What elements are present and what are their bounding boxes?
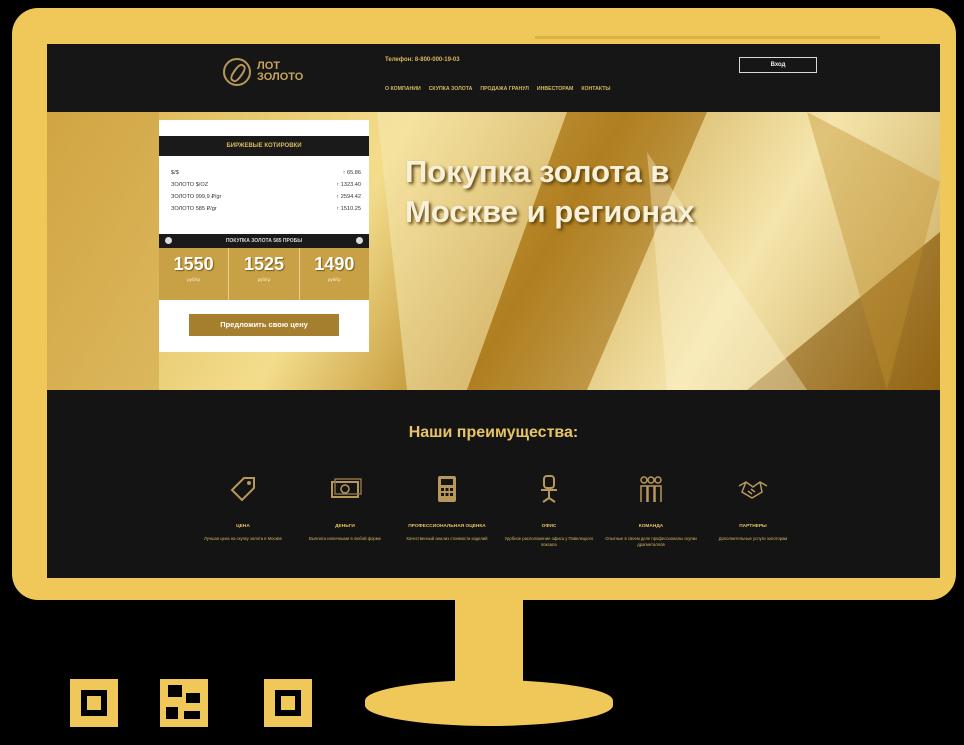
quotes-panel: БИРЖЕВЫЕ КОТИРОВКИ $/$ ↑ 65.86 ЗОЛОТО $/… [159, 120, 369, 352]
nav-item-gold-buying[interactable]: СКУПКА ЗОЛОТА [429, 86, 473, 92]
advantage-title: ПРОФЕССИОНАЛЬНАЯ ОЦЕНКА [408, 524, 486, 529]
price-value: 1525 [243, 254, 285, 274]
price-unit: руб/гр [327, 277, 341, 282]
nav-item-investors[interactable]: ИНВЕСТОРАМ [537, 86, 573, 92]
hero-heading-line-1: Покупка золота в [405, 154, 670, 189]
quote-name: ЗОЛОТО $/ОZ [171, 182, 209, 188]
advantage-title: ДЕНЬГИ [335, 524, 355, 529]
handshake-icon [738, 481, 768, 499]
advantages-title: Наши преимущества: [408, 424, 579, 441]
login-button[interactable]: Вход [739, 57, 817, 73]
price-tag-icon [230, 477, 255, 502]
logo-text: ЛОТ ЗОЛОТО [257, 61, 303, 83]
quote-row: ЗОЛОТО 999,9 ₽/gr ↑ 2594.42 [171, 194, 361, 200]
hero-heading-line-2: Москве и регионах [405, 194, 695, 229]
advantage-item-office: ОФИС Удобное расположение офиса у Павеле… [501, 472, 597, 548]
logo-icon [223, 58, 251, 86]
screen-glare [535, 36, 880, 39]
advantage-desc: Дополнительные услуги золоторам [718, 536, 788, 541]
qr-corner-marker [70, 679, 118, 727]
money-icon [331, 478, 362, 498]
advantage-desc: Опытные в своем деле профессионалы скупк… [605, 536, 697, 547]
nav-item-about[interactable]: О КОМПАНИИ [385, 86, 421, 92]
advantage-item-appraisal: ПРОФЕССИОНАЛЬНАЯ ОЦЕНКА Качественный ана… [399, 472, 495, 542]
quotes-title: БИРЖЕВЫЕ КОТИРОВКИ [159, 136, 369, 156]
advantage-item-money: ДЕНЬГИ Выплата наличными в любой форме [297, 472, 393, 542]
quote-name: ЗОЛОТО 999,9 ₽/gr [171, 194, 222, 200]
price-value: 1490 [314, 254, 355, 274]
gold-585-purchase-title: ПОКУПКА ЗОЛОТА 585 ПРОБЫ [159, 234, 369, 248]
hero-banner: Покупка золота в Москве и регионах БИРЖЕ… [47, 112, 940, 390]
price-tile: 1490 руб/гр [299, 248, 369, 300]
price-tiles: 1550 руб/гр 1525 руб/гр 1490 руб/гр [159, 248, 369, 300]
hero-heading: Покупка золота в Москве и регионах [405, 152, 695, 232]
advantage-desc: Удобное расположение офиса у Павелецкого… [504, 536, 594, 547]
price-tile: 1525 руб/гр [229, 248, 300, 300]
quote-row: ЗОЛОТО $/ОZ ↑ 1323.40 [171, 182, 361, 188]
nav-item-contacts[interactable]: КОНТАКТЫ [581, 86, 610, 92]
qr-corner-marker [264, 679, 312, 727]
price-tile: 1550 руб/гр [159, 248, 230, 300]
quote-row: $/$ ↑ 65.86 [171, 170, 361, 176]
calculator-icon [438, 476, 456, 502]
advantage-title: ПАРТНЕРЫ [739, 524, 767, 529]
quote-value: ↑ 1510.25 [336, 206, 361, 212]
quote-row: ЗОЛОТО 585 ₽/gr ↑ 1510.25 [171, 206, 361, 212]
office-chair-icon [541, 475, 557, 503]
quote-name: ЗОЛОТО 585 ₽/gr [171, 206, 217, 212]
price-unit: руб/гр [257, 277, 271, 282]
advantage-item-team: КОМАНДА Опытные в своем деле профессиона… [603, 472, 699, 548]
advantage-desc: Лучшая цена на скупку золота в Москве [204, 536, 282, 541]
quote-value: ↑ 1323.40 [336, 182, 361, 188]
quote-value: ↑ 2594.42 [336, 194, 361, 200]
advantage-desc: Качественный анализ стоимости изделий [406, 536, 488, 541]
monitor-stand-neck [455, 598, 523, 688]
price-unit: руб/гр [187, 277, 201, 282]
website-screen: ЛОТ ЗОЛОТО Телефон: 8-800-000-19-03 О КО… [47, 44, 940, 578]
quote-value: ↑ 65.86 [342, 170, 361, 176]
main-nav: О КОМПАНИИ СКУПКА ЗОЛОТА ПРОДАЖА ГРАНУЛ … [385, 86, 610, 92]
advantage-title: КОМАНДА [638, 524, 664, 529]
phone-number: Телефон: 8-800-000-19-03 [385, 57, 460, 63]
advantage-item-price: ЦЕНА Лучшая цена на скупку золота в Моск… [195, 472, 291, 542]
prev-arrow-icon[interactable] [165, 237, 172, 244]
site-logo[interactable]: ЛОТ ЗОЛОТО [223, 58, 303, 86]
advantage-title: ЦЕНА [236, 524, 250, 529]
site-header: ЛОТ ЗОЛОТО Телефон: 8-800-000-19-03 О КО… [47, 44, 940, 112]
next-arrow-icon[interactable] [356, 237, 363, 244]
advantage-desc: Выплата наличными в любой форме [309, 536, 381, 541]
qr-center-pattern [160, 679, 208, 727]
monitor-stand-base [365, 680, 613, 726]
price-value: 1550 [173, 254, 214, 274]
gold-585-purchase-label: ПОКУПКА ЗОЛОТА 585 ПРОБЫ [225, 238, 303, 244]
nav-item-granules[interactable]: ПРОДАЖА ГРАНУЛ [480, 86, 529, 92]
advantage-title: ОФИС [541, 524, 557, 529]
quote-name: $/$ [171, 170, 179, 176]
advantage-item-partners: ПАРТНЕРЫ Дополнительные услуги золоторам [705, 472, 801, 542]
team-icon [640, 476, 662, 502]
offer-price-button[interactable]: Предложить свою цену [189, 314, 339, 336]
logo-line-2: ЗОЛОТО [257, 71, 304, 83]
